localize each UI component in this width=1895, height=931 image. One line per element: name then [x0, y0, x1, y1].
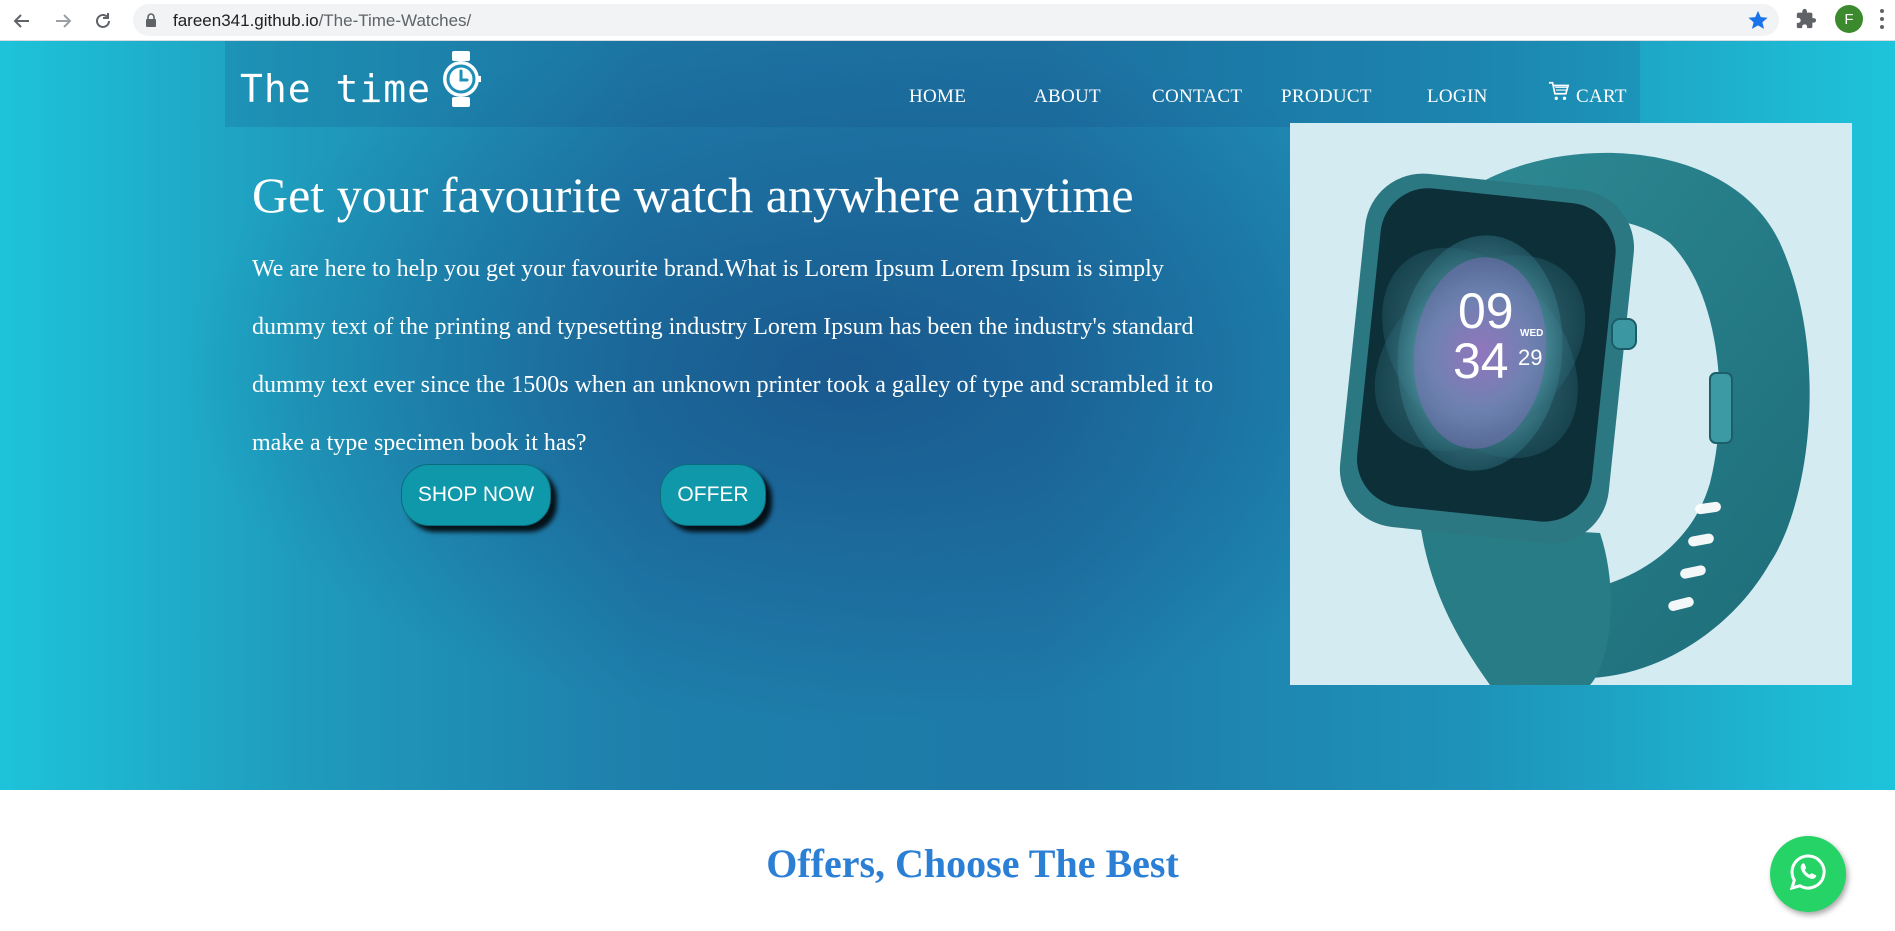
whatsapp-icon — [1788, 852, 1828, 897]
url-domain: fareen341.github.io — [173, 11, 319, 30]
nav-login[interactable]: LOGIN — [1427, 86, 1488, 108]
back-arrow-icon[interactable] — [8, 7, 36, 35]
nav-product[interactable]: PRODUCT — [1281, 86, 1372, 108]
watch-icon — [441, 51, 482, 112]
profile-avatar[interactable]: F — [1835, 5, 1863, 33]
bookmark-star-icon[interactable] — [1747, 9, 1769, 36]
shopping-cart-icon — [1548, 80, 1570, 108]
nav-contact[interactable]: CONTACT — [1152, 86, 1242, 108]
watch-minute-text: 34 — [1453, 333, 1509, 389]
lock-icon — [145, 13, 157, 32]
forward-arrow-icon[interactable] — [49, 7, 77, 35]
site-logo[interactable]: The time — [240, 51, 482, 112]
browser-toolbar: fareen341.github.io/The-Time-Watches/ F — [0, 0, 1895, 41]
nav-cart-label: CART — [1576, 86, 1627, 107]
url-text: fareen341.github.io/The-Time-Watches/ — [173, 11, 471, 31]
watch-date-text: 29 — [1518, 345, 1542, 370]
product-watch-image: 09 34 WED 29 — [1290, 123, 1852, 685]
offers-heading: Offers, Choose The Best — [766, 841, 1179, 886]
address-bar[interactable]: fareen341.github.io/The-Time-Watches/ — [133, 4, 1779, 36]
nav-about[interactable]: ABOUT — [1034, 86, 1101, 108]
hero-section: The time HOME ABOUT CONTACT PRODUCT LOGI… — [0, 41, 1895, 790]
shop-now-button[interactable]: SHOP NOW — [401, 464, 551, 526]
watch-hour-text: 09 — [1458, 283, 1514, 339]
smartwatch-illustration: 09 34 WED 29 — [1339, 152, 1810, 685]
reload-icon[interactable] — [89, 7, 117, 35]
nav-home[interactable]: HOME — [909, 86, 966, 108]
extensions-puzzle-icon[interactable] — [1795, 8, 1817, 35]
logo-text: The time — [240, 67, 432, 111]
nav-cart[interactable]: CART — [1548, 80, 1627, 108]
whatsapp-button[interactable] — [1770, 836, 1846, 912]
hero-paragraph: We are here to help you get your favouri… — [252, 256, 1214, 456]
hero-headline: Get your favourite watch anywhere anytim… — [252, 167, 1134, 223]
watch-day-text: WED — [1520, 328, 1543, 339]
more-menu-icon[interactable] — [1880, 9, 1884, 33]
offer-button[interactable]: OFFER — [660, 464, 766, 526]
url-path: /The-Time-Watches/ — [318, 11, 472, 30]
